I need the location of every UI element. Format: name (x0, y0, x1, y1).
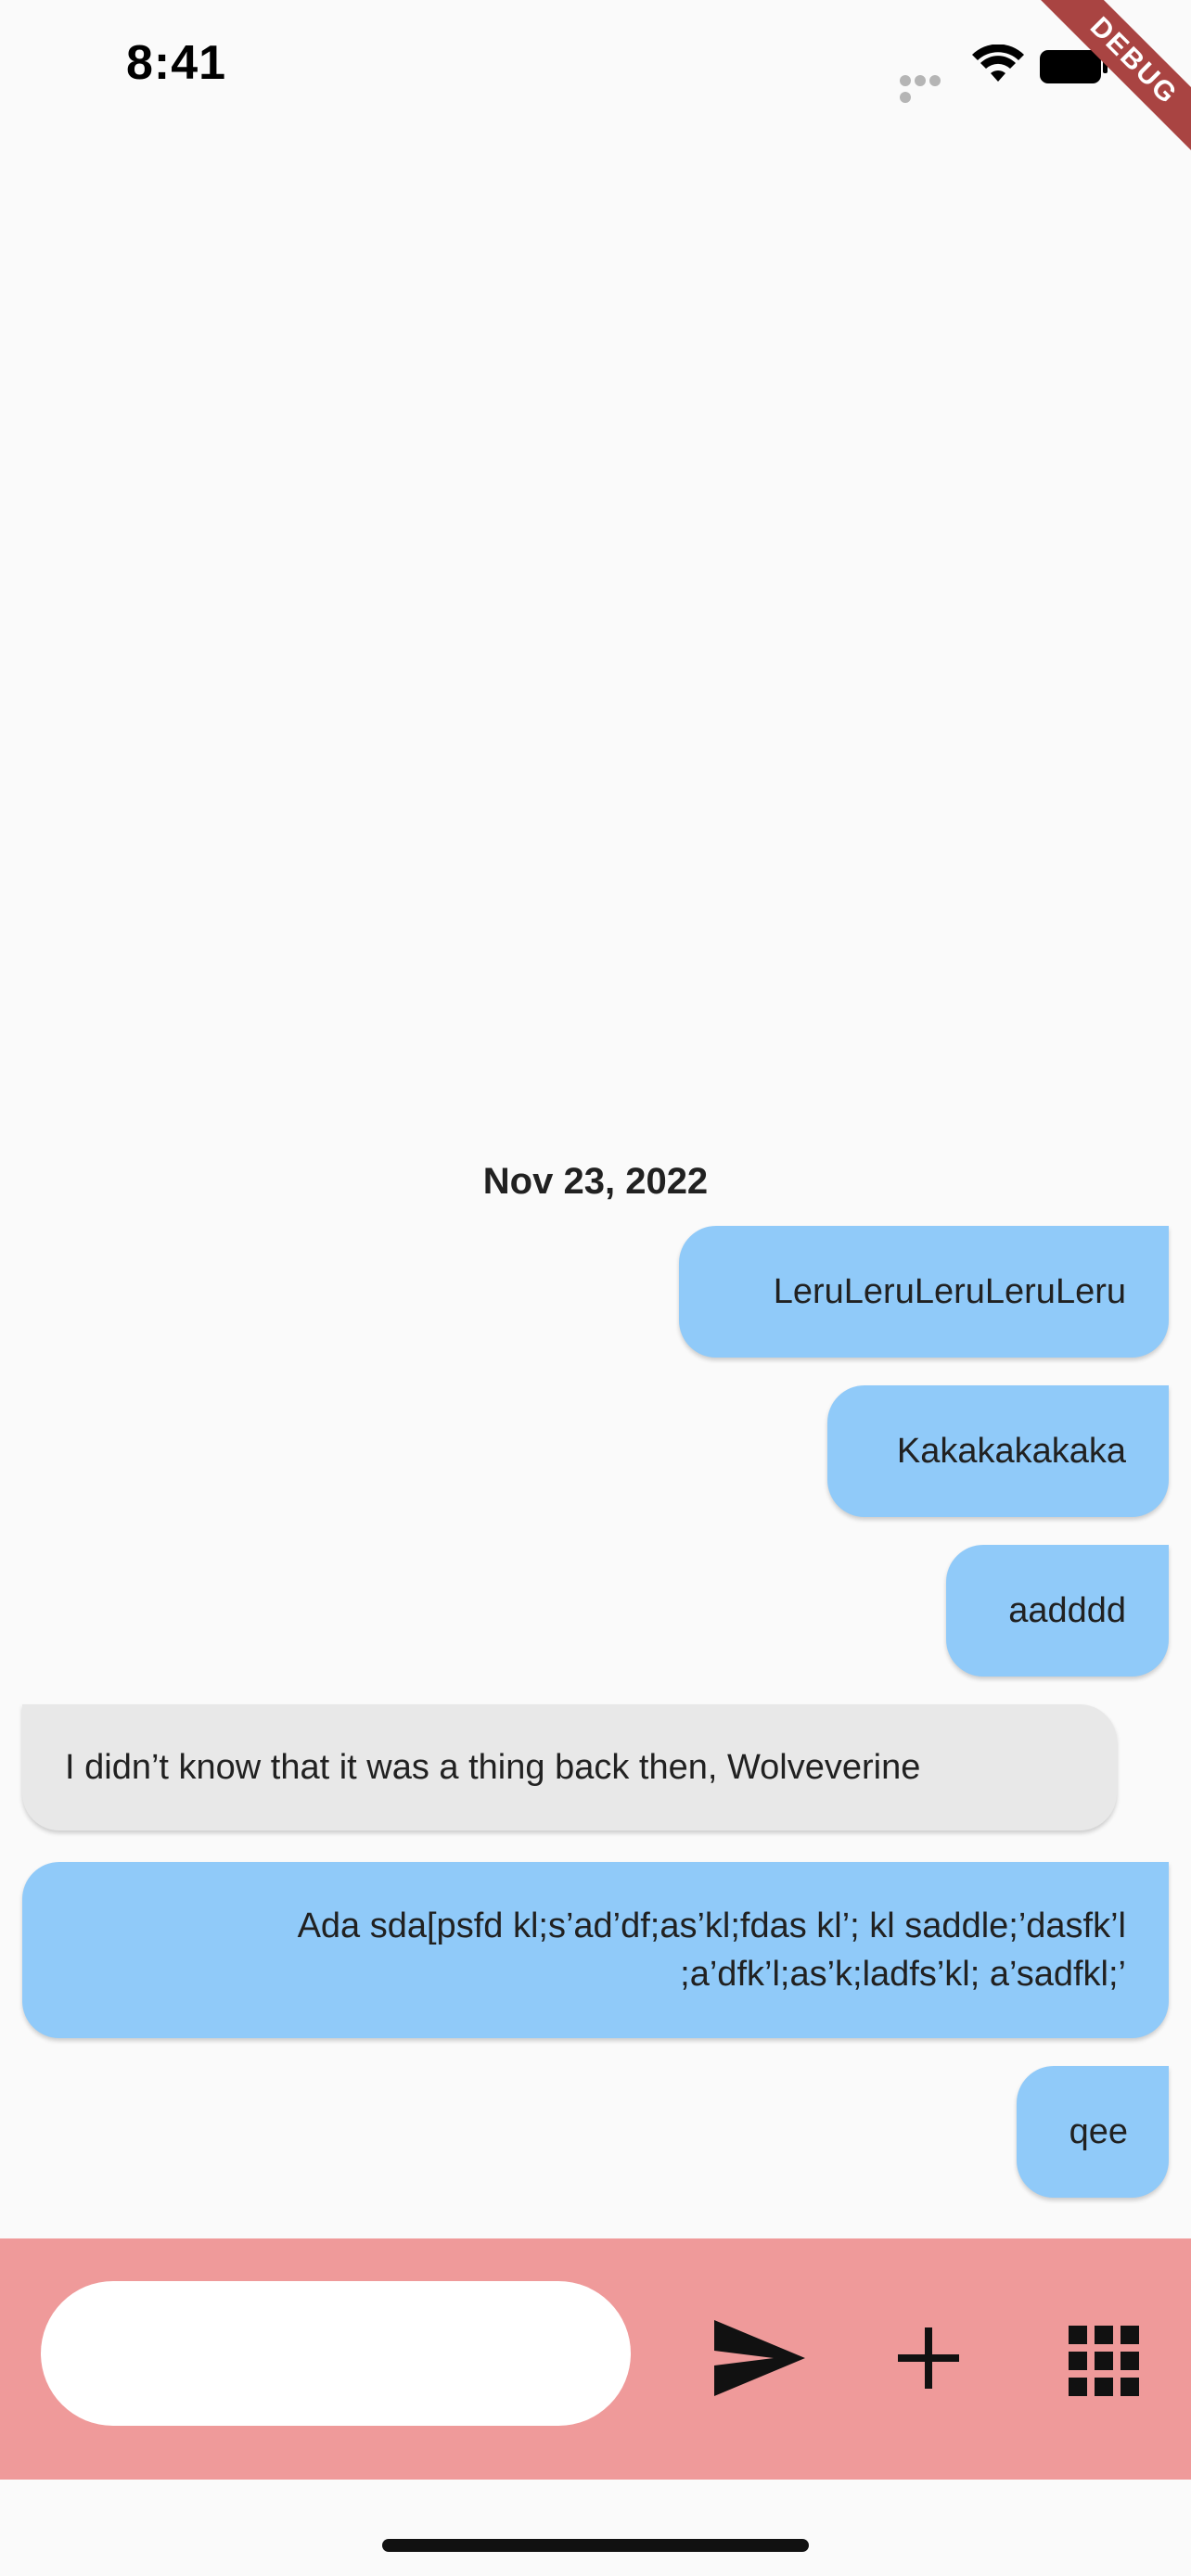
signal-dots-icon (900, 74, 957, 103)
composer-bar (0, 2238, 1191, 2480)
message-bubble-sent[interactable]: aadddd (946, 1545, 1169, 1677)
status-time: 8:41 (126, 36, 227, 90)
debug-ribbon-label: DEBUG (1024, 0, 1191, 167)
plus-icon (898, 2327, 959, 2389)
home-indicator[interactable] (382, 2539, 809, 2552)
message-text: Kakakakakaka (896, 1432, 1126, 1471)
message-text: LeruLeruLeruLeruLeru (773, 1272, 1126, 1311)
message-text: qee (1069, 2112, 1128, 2151)
message-bubble-sent[interactable]: Ada sda[psfd kl;s’ad’df;as’kl;fdas kl’; … (22, 1862, 1169, 2038)
message-text: aadddd (1008, 1591, 1126, 1630)
apps-grid-button[interactable] (1069, 2326, 1139, 2396)
wifi-icon (972, 45, 1024, 82)
message-input[interactable] (41, 2281, 631, 2426)
message-text: Ada sda[psfd kl;s’ad’df;as’kl;fdas kl’; … (297, 1906, 1126, 1994)
status-bar: 8:41 (0, 0, 1191, 130)
add-button[interactable] (896, 2326, 961, 2391)
debug-banner: DEBUG (1024, 0, 1191, 167)
message-bubble-sent[interactable]: LeruLeruLeruLeruLeru (679, 1226, 1169, 1358)
send-icon (714, 2320, 805, 2396)
message-bubble-sent[interactable]: Kakakakakaka (827, 1385, 1169, 1517)
apps-grid-icon (1069, 2326, 1139, 2396)
message-bubble-received[interactable]: I didn’t know that it was a thing back t… (22, 1704, 1117, 1830)
message-text: I didn’t know that it was a thing back t… (65, 1748, 921, 1787)
date-header: Nov 23, 2022 (482, 1161, 709, 1202)
message-bubble-sent[interactable]: qee (1017, 2066, 1169, 2198)
send-button[interactable] (712, 2316, 809, 2400)
